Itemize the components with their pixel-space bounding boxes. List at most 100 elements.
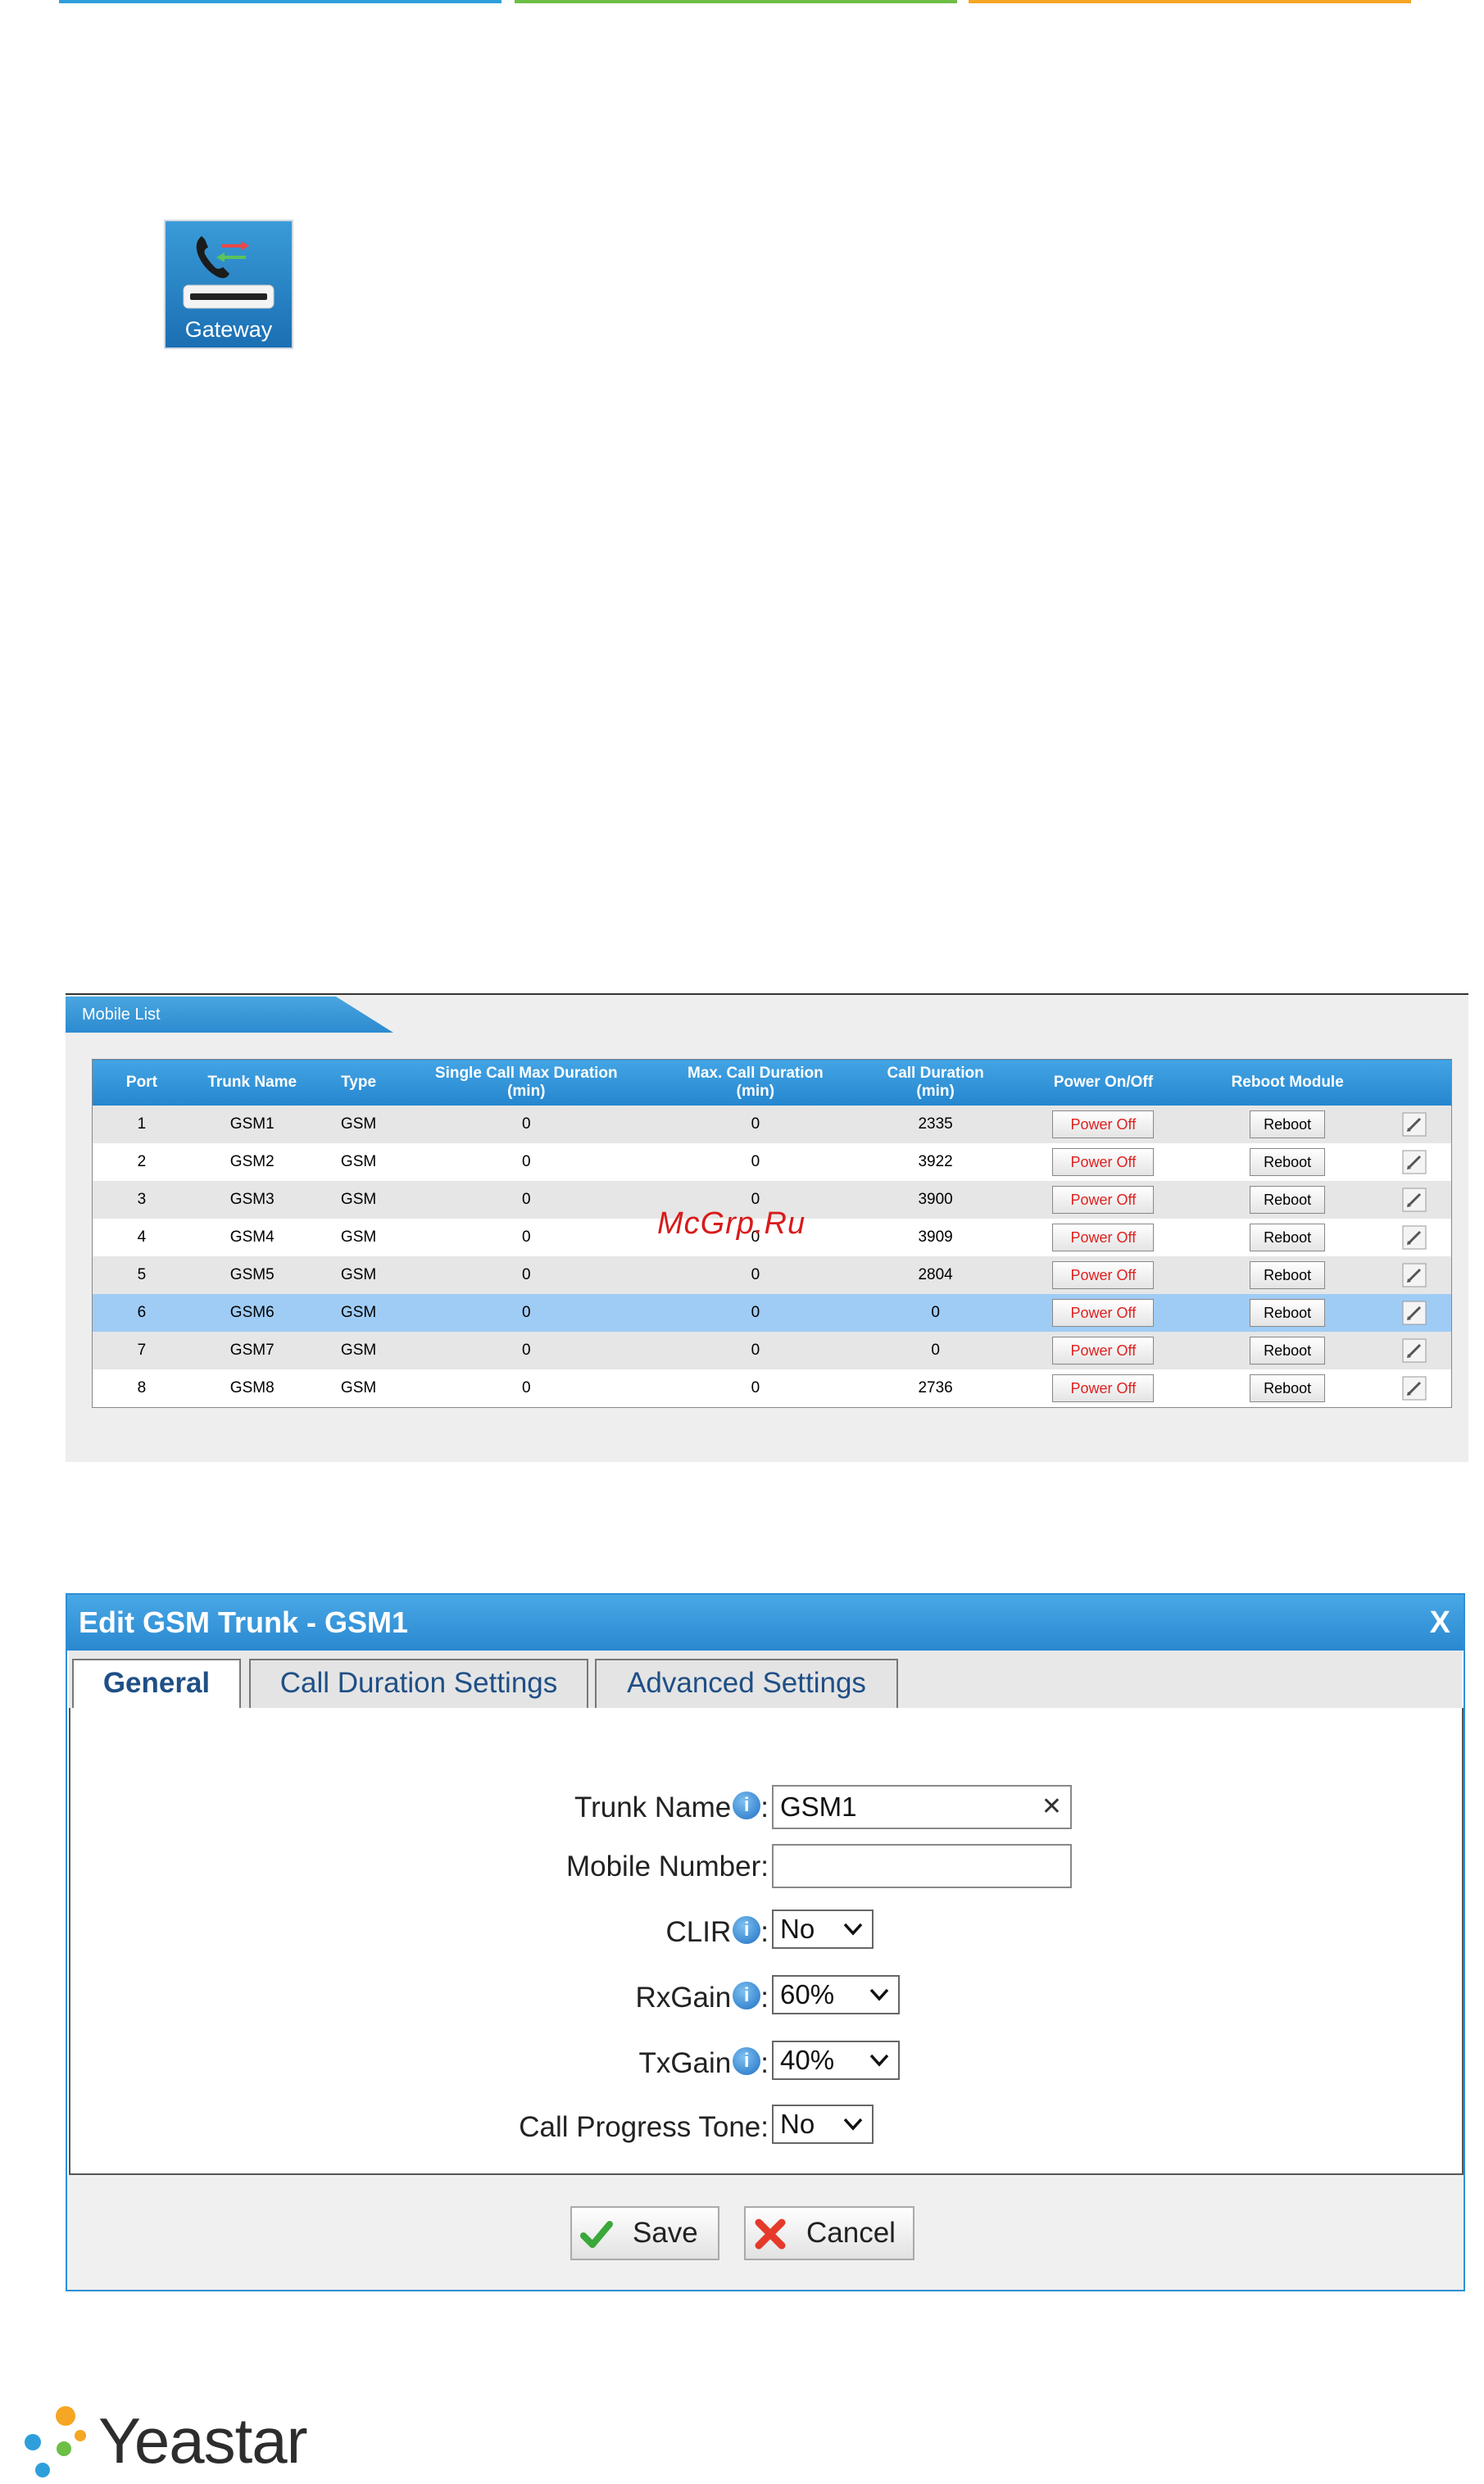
power-off-button[interactable]: Power Off [1052,1261,1155,1289]
yeastar-logo: Yeastar [15,2401,308,2480]
power-off-button[interactable]: Power Off [1052,1374,1155,1402]
reboot-cell: Reboot [1197,1143,1378,1181]
type-cell: GSM [313,1369,404,1408]
call-duration-cell: 3909 [861,1219,1010,1256]
edit-icon[interactable] [1402,1188,1427,1212]
trunk-name-input[interactable]: GSM1 ✕ [772,1785,1072,1829]
checkmark-icon [580,2221,613,2248]
table-row[interactable]: 8 GSM8 GSM 0 0 2736 Power Off Reboot [92,1369,1452,1408]
edit-icon[interactable] [1402,1376,1427,1401]
edit-cell [1377,1219,1452,1256]
mobile-number-input[interactable] [772,1844,1072,1888]
type-cell: GSM [313,1181,404,1219]
info-icon[interactable]: i [733,1982,761,2009]
single-call-max-cell: 0 [403,1219,650,1256]
edit-cell [1377,1256,1452,1294]
cpt-value: No [780,2109,815,2139]
power-cell: Power Off [1009,1294,1198,1332]
reboot-button[interactable]: Reboot [1250,1224,1326,1251]
chevron-down-icon [843,2118,863,2131]
single-call-max-cell: 0 [403,1106,650,1143]
call-progress-tone-select[interactable]: No [772,2105,874,2144]
clir-row: CLIR i: No [70,1910,1462,1955]
gateway-app-icon[interactable]: Gateway [164,220,293,349]
trunk-name-cell: GSM5 [190,1256,314,1294]
edit-cell [1377,1332,1452,1369]
tab-call-duration-settings[interactable]: Call Duration Settings [249,1659,588,1711]
power-cell: Power Off [1009,1106,1198,1143]
edit-icon[interactable] [1402,1263,1427,1287]
close-icon[interactable]: X [1430,1595,1450,1651]
reboot-cell: Reboot [1197,1256,1378,1294]
call-duration-cell: 3922 [861,1143,1010,1181]
trunk-name-cell: GSM6 [190,1294,314,1332]
power-off-button[interactable]: Power Off [1052,1110,1155,1138]
edit-cell [1377,1106,1452,1143]
reboot-button[interactable]: Reboot [1250,1110,1326,1138]
max-call-duration-cell: 0 [649,1294,862,1332]
type-cell: GSM [313,1219,404,1256]
txgain-select[interactable]: 40% [772,2041,900,2080]
cpt-label-wrap: Call Progress Tone: [519,2111,769,2144]
edit-icon[interactable] [1402,1150,1427,1174]
top-accent-blue [59,0,501,3]
power-cell: Power Off [1009,1256,1198,1294]
edit-gsm-trunk-dialog: Edit GSM Trunk - GSM1 X General Call Dur… [66,1593,1465,2291]
port-cell: 1 [92,1106,191,1143]
info-icon[interactable]: i [733,1791,761,1819]
edit-icon[interactable] [1402,1301,1427,1325]
column-header-label: Single Call Max Duration [434,1065,618,1082]
reboot-button[interactable]: Reboot [1250,1299,1326,1327]
power-off-button[interactable]: Power Off [1052,1148,1155,1176]
trunk-name-value: GSM1 [780,1791,857,1822]
power-off-button[interactable]: Power Off [1052,1186,1155,1214]
max-call-duration-cell: 0 [649,1332,862,1369]
single-call-max-cell: 0 [403,1256,650,1294]
edit-icon[interactable] [1402,1112,1427,1137]
txgain-label-wrap: TxGain i: [638,2047,769,2080]
power-cell: Power Off [1009,1181,1198,1219]
single-call-max-cell: 0 [403,1369,650,1408]
edit-icon[interactable] [1402,1338,1427,1363]
table-row[interactable]: 7 GSM7 GSM 0 0 0 Power Off Reboot [92,1332,1452,1369]
mobile-number-row: Mobile Number: [70,1844,1462,1890]
rxgain-label-wrap: RxGain i: [636,1982,769,2014]
yeastar-logo-mark [25,2406,86,2477]
reboot-button[interactable]: Reboot [1250,1374,1326,1402]
mobile-list-tab[interactable]: Mobile List [66,997,393,1033]
call-duration-cell: 2335 [861,1106,1010,1143]
info-icon[interactable]: i [733,2047,761,2075]
call-progress-tone-label: Call Progress Tone [519,2111,761,2143]
chevron-down-icon [869,2054,889,2067]
reboot-button[interactable]: Reboot [1250,1148,1326,1176]
clear-icon[interactable]: ✕ [1042,1787,1062,1828]
save-button[interactable]: Save [570,2206,719,2260]
info-icon[interactable]: i [733,1916,761,1944]
column-header: Max. Call Duration (min) [649,1059,862,1106]
power-off-button[interactable]: Power Off [1052,1224,1155,1251]
cancel-button[interactable]: Cancel [744,2206,914,2260]
trunk-name-cell: GSM2 [190,1143,314,1181]
edit-icon[interactable] [1402,1225,1427,1250]
clir-select[interactable]: No [772,1910,874,1949]
power-off-button[interactable]: Power Off [1052,1337,1155,1365]
rxgain-select[interactable]: 60% [772,1975,900,2014]
power-cell: Power Off [1009,1143,1198,1181]
reboot-button[interactable]: Reboot [1250,1186,1326,1214]
table-row[interactable]: 6 GSM6 GSM 0 0 0 Power Off Reboot [92,1294,1452,1332]
tab-general[interactable]: General [72,1659,241,1711]
edit-cell [1377,1181,1452,1219]
tab-advanced-settings[interactable]: Advanced Settings [595,1659,898,1711]
reboot-button[interactable]: Reboot [1250,1261,1326,1289]
column-header: Call Duration (min) [861,1059,1010,1106]
reboot-button[interactable]: Reboot [1250,1337,1326,1365]
general-form: Trunk Name i: GSM1 ✕ Mobile Number: CLIR… [69,1708,1464,2175]
top-accent-orange [969,0,1411,3]
table-row[interactable]: 2 GSM2 GSM 0 0 3922 Power Off Reboot [92,1143,1452,1181]
table-row[interactable]: 1 GSM1 GSM 0 0 2335 Power Off Reboot [92,1106,1452,1143]
table-row[interactable]: 5 GSM5 GSM 0 0 2804 Power Off Reboot [92,1256,1452,1294]
power-off-button[interactable]: Power Off [1052,1299,1155,1327]
column-header: Reboot Module [1197,1059,1378,1106]
call-duration-cell: 2804 [861,1256,1010,1294]
gateway-icon-label: Gateway [184,317,273,342]
